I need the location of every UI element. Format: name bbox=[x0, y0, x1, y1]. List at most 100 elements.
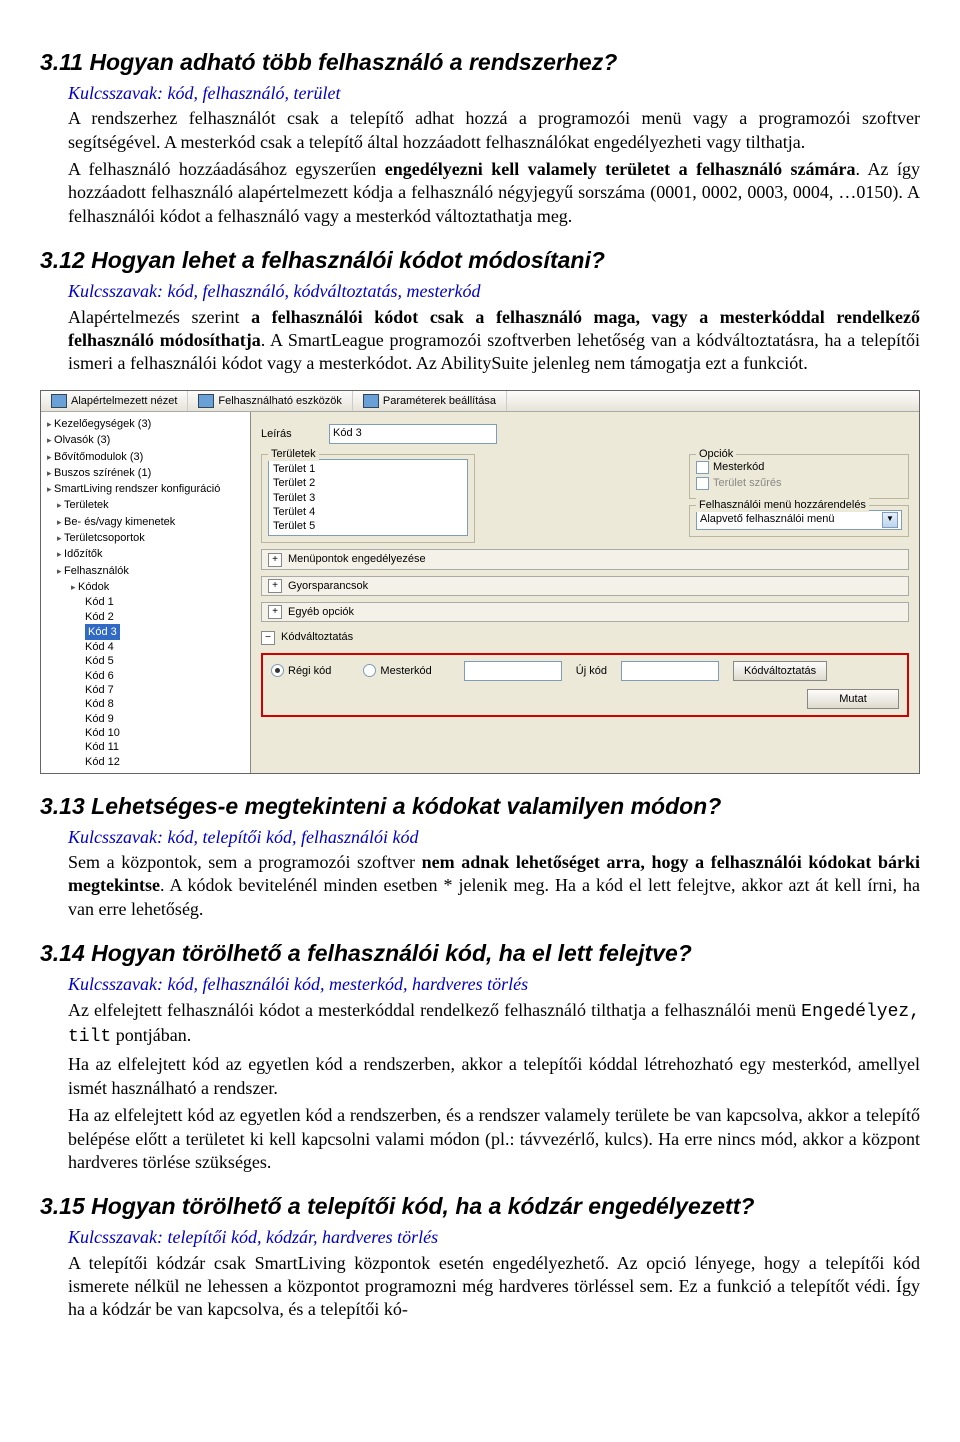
expander-label: Gyorsparancsok bbox=[288, 579, 368, 593]
text: Az elfelejtett felhasználói kódot a mest… bbox=[68, 1000, 801, 1020]
text: . A kódok bevitelénél minden esetben * j… bbox=[68, 875, 920, 918]
tree-code[interactable]: Kód 5 bbox=[85, 654, 248, 668]
chevron-down-icon: ▼ bbox=[882, 512, 898, 528]
expander-other[interactable]: + Egyéb opciók bbox=[261, 602, 909, 622]
paragraph-3-14b: Ha az elfelejtett kód az egyetlen kód a … bbox=[68, 1053, 920, 1100]
areas-fieldset: Területek Terület 1 Terület 2 Terület 3 … bbox=[261, 454, 475, 543]
code-change-box: Régi kód Mesterkód Új kód Kódváltoztatás… bbox=[261, 653, 909, 718]
tree-code[interactable]: Kód 10 bbox=[85, 726, 248, 740]
paragraph-3-14a: Az elfelejtett felhasználói kódot a mest… bbox=[68, 999, 920, 1050]
menu-fieldset: Felhasználói menü hozzárendelés Alapvető… bbox=[689, 505, 909, 537]
tree-code[interactable]: Kód 8 bbox=[85, 697, 248, 711]
options-legend: Opciók bbox=[696, 447, 736, 461]
keywords-3-14: Kulcsszavak: kód, felhasználói kód, mest… bbox=[68, 973, 920, 996]
plus-icon: + bbox=[268, 553, 282, 567]
minus-icon: − bbox=[261, 631, 275, 645]
options-fieldset: Opciók Mesterkód Terület szűrés bbox=[689, 454, 909, 499]
old-code-input[interactable] bbox=[464, 661, 562, 681]
tree-item-codes[interactable]: Kódok bbox=[43, 579, 248, 595]
list-item[interactable]: Terület 5 bbox=[273, 519, 463, 533]
bold-text: engedélyezni kell valamely területet a f… bbox=[385, 159, 856, 179]
nav-tree[interactable]: Kezelőegységek (3) Olvasók (3) Bővítőmod… bbox=[41, 412, 251, 773]
paragraph-3-11b: A felhasználó hozzáadásához egyszerűen e… bbox=[68, 158, 920, 228]
selected-label: Kód 3 bbox=[85, 624, 120, 640]
radio-mastercode[interactable]: Mesterkód bbox=[363, 664, 431, 678]
toolbar-view[interactable]: Alapértelmezett nézet bbox=[41, 391, 188, 411]
toolbar-label: Paraméterek beállítása bbox=[383, 394, 496, 408]
tree-code[interactable]: Kód 11 bbox=[85, 740, 248, 754]
paragraph-3-15: A telepítői kódzár csak SmartLiving közp… bbox=[68, 1252, 920, 1322]
expander-menupoints[interactable]: + Menüpontok engedélyezése bbox=[261, 549, 909, 569]
select-value: Alapvető felhasználói menü bbox=[700, 512, 835, 526]
tree-code[interactable]: Kód 9 bbox=[85, 712, 248, 726]
toolbar-params[interactable]: Paraméterek beállítása bbox=[353, 391, 507, 411]
expander-label: Egyéb opciók bbox=[288, 605, 354, 619]
change-code-button[interactable]: Kódváltoztatás bbox=[733, 661, 827, 681]
description-input[interactable]: Kód 3 bbox=[329, 424, 497, 444]
list-item[interactable]: Terület 4 bbox=[273, 505, 463, 519]
heading-3-15: 3.15 Hogyan törölhető a telepítői kód, h… bbox=[40, 1192, 920, 1222]
tree-item[interactable]: Időzítők bbox=[43, 546, 248, 562]
plus-icon: + bbox=[268, 605, 282, 619]
tree-item[interactable]: Felhasználók bbox=[43, 563, 248, 579]
paragraph-3-14c: Ha az elfelejtett kód az egyetlen kód a … bbox=[68, 1104, 920, 1174]
tree-code[interactable]: Kód 2 bbox=[85, 610, 248, 624]
new-code-input[interactable] bbox=[621, 661, 719, 681]
checkbox-areafilter[interactable]: Terület szűrés bbox=[696, 475, 902, 491]
menu-legend: Felhasználói menü hozzárendelés bbox=[696, 498, 869, 512]
areas-listbox[interactable]: Terület 1 Terület 2 Terület 3 Terület 4 … bbox=[268, 459, 468, 536]
main-panel: Leírás Kód 3 Területek Terület 1 Terület… bbox=[251, 412, 919, 773]
view-icon bbox=[51, 394, 67, 408]
toolbar-label: Felhasználható eszközök bbox=[218, 394, 342, 408]
menu-select[interactable]: Alapvető felhasználói menü ▼ bbox=[696, 510, 902, 530]
toolbar-tools[interactable]: Felhasználható eszközök bbox=[188, 391, 353, 411]
heading-3-11: 3.11 Hogyan adható több felhasználó a re… bbox=[40, 48, 920, 78]
tree-code[interactable]: Kód 7 bbox=[85, 683, 248, 697]
list-item[interactable]: Terület 2 bbox=[273, 476, 463, 490]
expander-codechange[interactable]: −Kódváltoztatás bbox=[261, 628, 909, 646]
params-icon bbox=[363, 394, 379, 408]
app-screenshot: Alapértelmezett nézet Felhasználható esz… bbox=[40, 390, 920, 774]
checkbox-mastercode[interactable]: Mesterkód bbox=[696, 459, 902, 475]
text: A rendszerhez felhasználót csak a telepí… bbox=[68, 108, 920, 151]
tree-code[interactable]: Kód 6 bbox=[85, 669, 248, 683]
expander-label: Menüpontok engedélyezése bbox=[288, 552, 426, 566]
tree-item[interactable]: Területcsoportok bbox=[43, 530, 248, 546]
tree-item[interactable]: Be- és/vagy kimenetek bbox=[43, 514, 248, 530]
tree-code[interactable]: Kód 4 bbox=[85, 640, 248, 654]
toolbar-label: Alapértelmezett nézet bbox=[71, 394, 177, 408]
tree-code-selected[interactable]: Kód 3 bbox=[85, 624, 248, 640]
tree-item[interactable]: SmartLiving rendszer konfiguráció bbox=[43, 481, 248, 497]
radio-label: Régi kód bbox=[288, 664, 331, 678]
text: Alapértelmezés szerint bbox=[68, 307, 251, 327]
radio-oldcode[interactable]: Régi kód bbox=[271, 664, 331, 678]
tree-item[interactable]: Olvasók (3) bbox=[43, 432, 248, 448]
keywords-3-11: Kulcsszavak: kód, felhasználó, terület bbox=[68, 82, 920, 105]
tree-item[interactable]: Kezelőegységek (3) bbox=[43, 416, 248, 432]
plus-icon: + bbox=[268, 579, 282, 593]
keywords-3-15: Kulcsszavak: telepítői kód, kódzár, hard… bbox=[68, 1226, 920, 1249]
expander-label: Kódváltoztatás bbox=[281, 630, 353, 644]
keywords-3-13: Kulcsszavak: kód, telepítői kód, felhasz… bbox=[68, 826, 920, 849]
show-button[interactable]: Mutat bbox=[807, 689, 899, 709]
paragraph-3-12: Alapértelmezés szerint a felhasználói kó… bbox=[68, 306, 920, 376]
tools-icon bbox=[198, 394, 214, 408]
heading-3-14: 3.14 Hogyan törölhető a felhasználói kód… bbox=[40, 939, 920, 969]
tree-code[interactable]: Kód 1 bbox=[85, 595, 248, 609]
text: Sem a központok, sem a programozói szoft… bbox=[68, 852, 422, 872]
paragraph-3-11: A rendszerhez felhasználót csak a telepí… bbox=[68, 107, 920, 154]
paragraph-3-13: Sem a központok, sem a programozói szoft… bbox=[68, 851, 920, 921]
keywords-3-12: Kulcsszavak: kód, felhasználó, kódváltoz… bbox=[68, 280, 920, 303]
heading-3-12: 3.12 Hogyan lehet a felhasználói kódot m… bbox=[40, 246, 920, 276]
tree-item[interactable]: Buszos szírének (1) bbox=[43, 465, 248, 481]
expander-shortcuts[interactable]: + Gyorsparancsok bbox=[261, 576, 909, 596]
radio-label: Mesterkód bbox=[380, 664, 431, 678]
list-item[interactable]: Terület 3 bbox=[273, 491, 463, 505]
list-item[interactable]: Terület 1 bbox=[273, 462, 463, 476]
tree-code[interactable]: Kód 12 bbox=[85, 755, 248, 769]
app-toolbar: Alapértelmezett nézet Felhasználható esz… bbox=[41, 391, 919, 412]
tree-item[interactable]: Területek bbox=[43, 497, 248, 513]
text: A felhasználó hozzáadásához egyszerűen bbox=[68, 159, 385, 179]
tree-item[interactable]: Bővítőmodulok (3) bbox=[43, 449, 248, 465]
areas-legend: Területek bbox=[268, 447, 319, 461]
